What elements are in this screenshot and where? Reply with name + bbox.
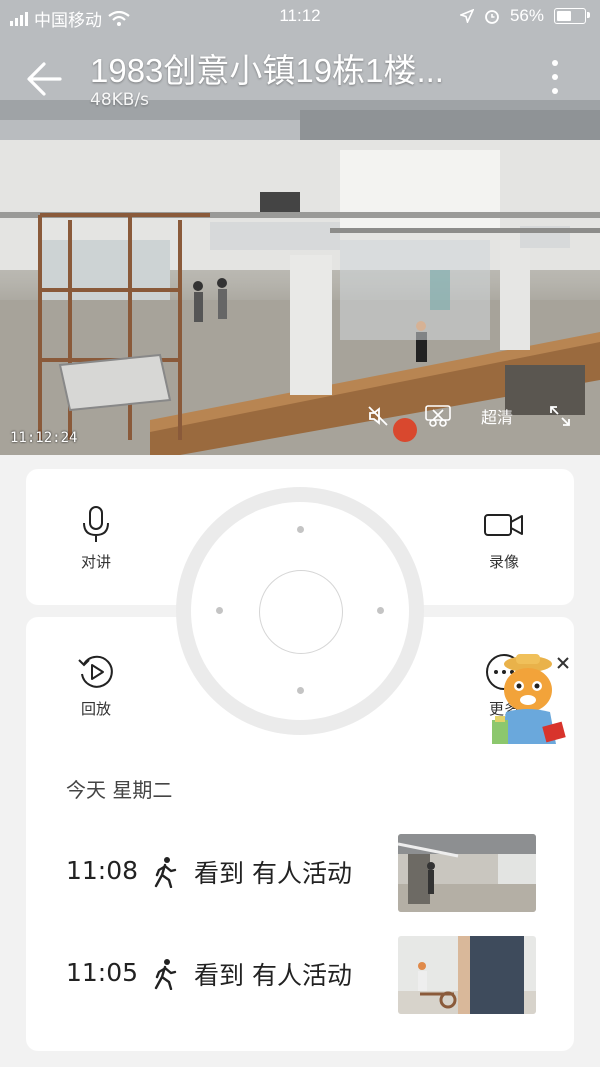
event-thumbnail[interactable] <box>398 834 536 912</box>
person-walking-icon <box>154 959 177 990</box>
pan-right-indicator[interactable] <box>377 607 384 614</box>
event-time: 11:05 <box>66 958 139 987</box>
fullscreen-button[interactable] <box>540 396 580 436</box>
mute-button[interactable] <box>358 396 398 436</box>
event-time: 11:08 <box>66 856 139 885</box>
screenshot-button[interactable] <box>418 396 458 436</box>
person-walking-icon <box>154 857 177 888</box>
pan-up-indicator[interactable] <box>297 526 304 533</box>
day-header: 今天 星期二 <box>66 778 173 802</box>
event-description: 看到 有人活动 <box>194 859 352 888</box>
location-arrow-icon <box>459 9 474 23</box>
playback-icon <box>78 655 113 688</box>
speaker-muted-icon <box>368 406 388 426</box>
pan-down-indicator[interactable] <box>297 687 304 694</box>
talk-label: 对讲 <box>80 553 111 571</box>
video-timestamp: 11:12:24 <box>10 430 78 446</box>
expand-icon <box>550 406 570 426</box>
record-button[interactable]: 录像 <box>464 505 544 572</box>
back-arrow-icon[interactable] <box>22 56 68 102</box>
playback-button[interactable]: 回放 <box>56 652 136 719</box>
playback-label: 回放 <box>80 700 111 718</box>
more-options-icon[interactable] <box>540 54 570 100</box>
event-item[interactable]: 11:05 看到 有人活动 <box>26 936 574 1016</box>
event-item[interactable]: 11:08 看到 有人活动 <box>26 834 574 914</box>
video-camera-icon <box>484 514 523 536</box>
quality-button[interactable]: 超清 <box>474 396 520 436</box>
device-title: 1983创意小镇19栋1楼... <box>90 52 444 89</box>
scissors-icon <box>425 405 451 427</box>
quality-label: 超清 <box>480 408 513 427</box>
mascot-promo-badge[interactable] <box>486 650 580 748</box>
camera-live-view[interactable]: 中国移动 11:12 56% 1983创意小镇19栋1楼... 48KB/s 超… <box>0 0 600 455</box>
event-thumbnail[interactable] <box>398 936 536 1014</box>
header-bar: 1983创意小镇19栋1楼... 48KB/s <box>0 38 600 118</box>
event-description: 看到 有人活动 <box>194 961 352 990</box>
record-label: 录像 <box>488 553 519 571</box>
status-bar: 中国移动 11:12 56% <box>0 0 600 34</box>
microphone-icon <box>83 506 109 542</box>
battery-percent: 56% <box>509 6 544 25</box>
battery-icon <box>554 8 590 24</box>
alarm-clock-icon <box>485 10 499 24</box>
event-list: 今天 星期二 11:08 看到 有人活动 11:05 看到 有人活动 <box>26 746 574 1051</box>
talk-button[interactable]: 对讲 <box>56 505 136 572</box>
ptz-center-button[interactable] <box>259 570 343 654</box>
pan-left-indicator[interactable] <box>216 607 223 614</box>
stream-speed: 48KB/s <box>90 90 150 110</box>
